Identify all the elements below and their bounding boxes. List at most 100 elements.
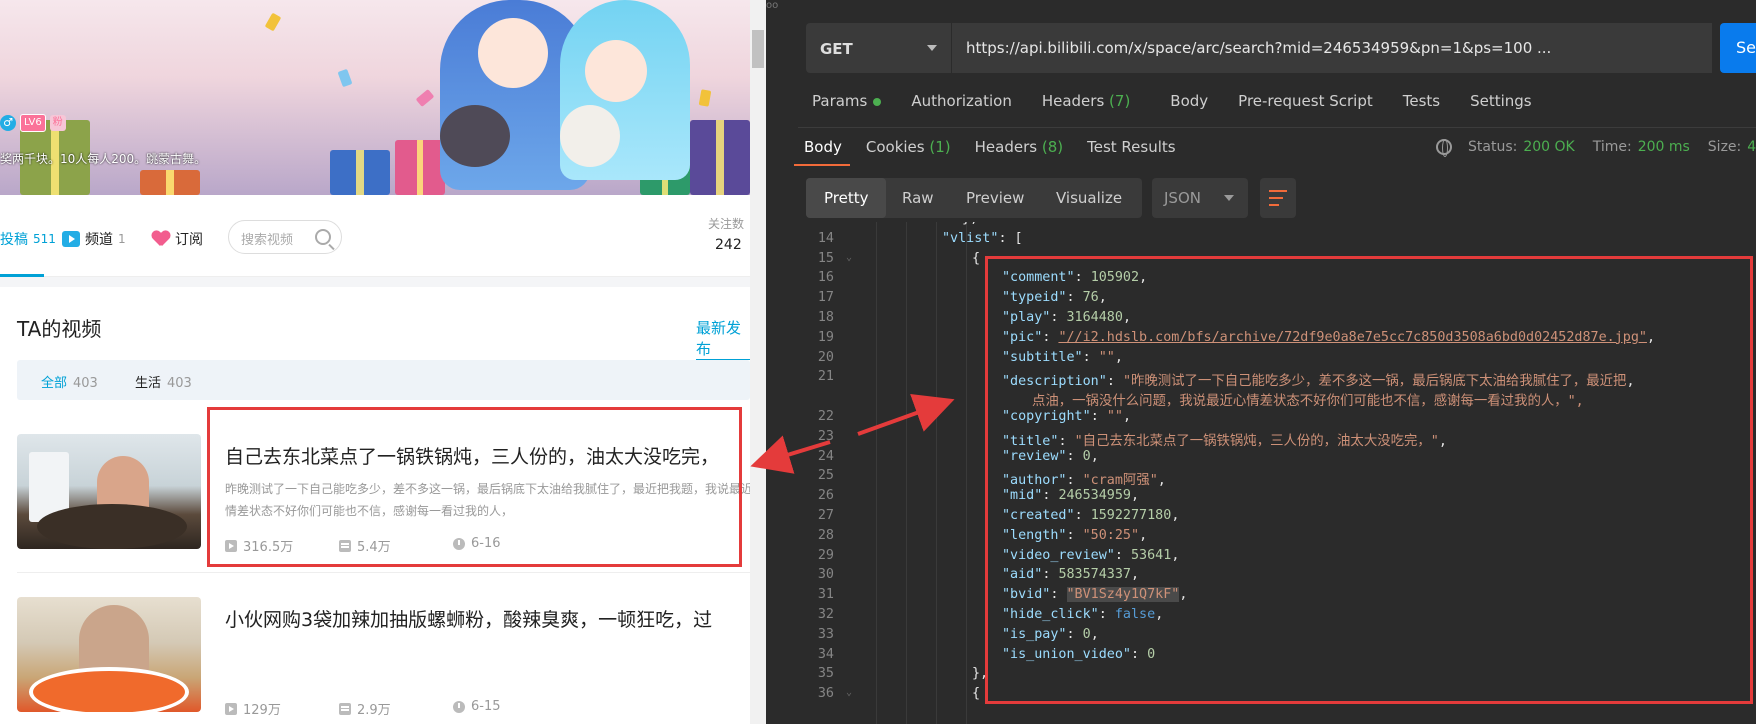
video-thumbnail[interactable] xyxy=(17,434,201,549)
code-text: "title": "自己去东北菜点了一锅铁锅炖，三人份的，油太大没吃完，", xyxy=(1002,433,1447,449)
code-text: "description": "昨晚测试了一下自己能吃多少，差不多这一锅，最后锅… xyxy=(1002,374,1635,390)
banner-bunny-plush xyxy=(560,105,620,167)
tab-authorization[interactable]: Authorization xyxy=(911,92,1011,116)
tab-params[interactable]: Params xyxy=(812,92,882,116)
time-value[interactable]: 200 ms xyxy=(1638,139,1690,155)
code-text: { xyxy=(972,250,981,266)
response-tabs: Body Cookies (1) Headers (8) Test Result… xyxy=(804,138,1200,168)
scrollbar-thumb[interactable] xyxy=(752,30,764,68)
send-button[interactable]: Se xyxy=(1720,23,1756,73)
code-line: 17 "typeid": 76, xyxy=(794,290,1756,310)
category-filter-bar: 全部 403 生活 403 xyxy=(17,360,750,400)
tab-label: 订阅 xyxy=(175,232,203,248)
response-json-editor[interactable]: 13},14"vlist": [15⌄{16"comment": 105902,… xyxy=(794,222,1756,724)
tab-test-results[interactable]: Test Results xyxy=(1087,138,1175,168)
tab-count: (8) xyxy=(1041,138,1064,156)
tab-label: Cookies xyxy=(865,138,925,156)
video-thumbnail[interactable] xyxy=(17,597,201,712)
video-title[interactable]: 小伙网购3袋加辣加抽版螺蛳粉，酸辣臭爽，一顿狂吃，过 xyxy=(225,605,750,632)
channel-icon xyxy=(62,231,80,247)
line-number: 26 xyxy=(817,488,834,504)
tab-submissions[interactable]: 投稿 511 xyxy=(0,228,56,250)
fold-chevron-icon[interactable]: ⌄ xyxy=(846,687,852,698)
code-text: "copyright": "", xyxy=(1002,409,1131,424)
video-title[interactable]: 自己去东北菜点了一锅铁锅炖，三人份的，油太大没吃完， xyxy=(225,442,750,469)
tab-settings[interactable]: Settings xyxy=(1470,92,1532,116)
code-line: 35}, xyxy=(794,666,1756,686)
play-count: 129万 xyxy=(243,703,281,718)
code-text: }, xyxy=(972,666,989,682)
code-line: 16 "comment": 105902, xyxy=(794,270,1756,290)
code-text: { xyxy=(972,686,981,702)
code-text: "review": 0, xyxy=(1002,448,1099,464)
line-number: 36 xyxy=(817,686,834,702)
code-line: 15 ⌄ { xyxy=(794,251,1756,271)
method-select[interactable]: GET xyxy=(806,23,951,73)
code-line: 29 "video_review": 53641, xyxy=(794,548,1756,568)
space-nav-tabs: 投稿 511 频道 1 订阅 搜索视频 关注数 242 xyxy=(0,195,750,277)
format-pretty[interactable]: Pretty xyxy=(806,178,886,218)
banner-bear-plush xyxy=(440,105,510,167)
size-value[interactable]: 47. xyxy=(1747,139,1756,155)
format-visualize[interactable]: Visualize xyxy=(1056,189,1122,207)
chevron-down-icon xyxy=(1224,195,1234,201)
tab-tests[interactable]: Tests xyxy=(1403,92,1440,116)
follow-count[interactable]: 242 xyxy=(715,237,742,253)
video-search-input[interactable]: 搜索视频 xyxy=(228,220,342,254)
fold-chevron-icon[interactable]: ⌄ xyxy=(846,252,852,263)
search-icon[interactable] xyxy=(315,229,331,245)
request-bar: GET https://api.bilibili.com/x/space/arc… xyxy=(806,23,1756,73)
format-raw[interactable]: Raw xyxy=(902,189,934,207)
code-text: "pic": "//i2.hdslb.com/bfs/archive/72df9… xyxy=(1002,329,1656,345)
format-tabs: Pretty Raw Preview Visualize xyxy=(806,178,1142,218)
tab-channels[interactable]: 频道 1 xyxy=(62,228,126,250)
sort-latest-link[interactable]: 最新发布 xyxy=(696,317,750,360)
filter-label: 生活 xyxy=(135,376,162,391)
status-dot-icon xyxy=(873,97,882,106)
tab-response-headers[interactable]: Headers (8) xyxy=(975,138,1063,168)
status-value[interactable]: 200 OK xyxy=(1523,139,1574,155)
code-line: 21 "description": "昨晚测试了一下自己能吃多少，差不多这一锅，最… xyxy=(794,369,1756,389)
video-play-count: 129万 xyxy=(225,699,281,718)
wrap-lines-button[interactable] xyxy=(1260,178,1296,218)
language-label: JSON xyxy=(1164,189,1201,207)
url-input[interactable]: https://api.bilibili.com/x/space/arc/sea… xyxy=(952,23,1712,73)
tab-headers[interactable]: Headers (7) xyxy=(1042,92,1130,116)
code-line: 19 "pic": "//i2.hdslb.com/bfs/archive/72d… xyxy=(794,330,1756,350)
line-number: 28 xyxy=(817,527,834,543)
tab-body[interactable]: Body xyxy=(1170,92,1208,116)
video-card[interactable]: 小伙网购3袋加辣加抽版螺蛳粉，酸辣臭爽，一顿狂吃，过 129万 2.9万 6-1… xyxy=(17,597,750,718)
code-text: "is_union_video": 0 xyxy=(1002,646,1156,662)
line-number: 25 xyxy=(817,468,834,484)
tab-pre-request-script[interactable]: Pre-request Script xyxy=(1238,92,1373,116)
video-date: 6-16 xyxy=(453,536,501,551)
code-line: 点油，一锅没什么问题，我说最近心情差状态不好你们可能也不信，感谢每一看过我的人，… xyxy=(794,389,1756,409)
clock-icon xyxy=(453,537,465,550)
tab-count: (7) xyxy=(1109,92,1131,110)
format-preview[interactable]: Preview xyxy=(966,189,1024,207)
line-number: 14 xyxy=(817,230,834,246)
globe-icon[interactable] xyxy=(1436,139,1452,157)
tab-label: Body xyxy=(804,138,842,156)
language-select[interactable]: JSON xyxy=(1152,178,1248,218)
code-line: 27 "created": 1592277180, xyxy=(794,508,1756,528)
code-line: 34 "is_union_video": 0 xyxy=(794,647,1756,667)
code-text: "length": "50:25", xyxy=(1002,527,1148,543)
line-number: 33 xyxy=(817,626,834,642)
video-card[interactable]: 自己去东北菜点了一锅铁锅炖，三人份的，油太大没吃完， 昨晚测试了一下自己能吃多少… xyxy=(17,434,750,555)
tab-subscriptions[interactable]: 订阅 xyxy=(152,228,203,250)
tab-label: Pre-request Script xyxy=(1238,92,1373,110)
filter-life[interactable]: 生活 403 xyxy=(135,372,192,391)
code-line: 33 "is_pay": 0, xyxy=(794,627,1756,647)
filter-label: 全部 xyxy=(41,376,68,391)
profile-banner: ♂ LV6 粉 奖两千块。10人每人200。跳蒙古舞。 xyxy=(0,0,750,195)
fan-badge: 粉 xyxy=(49,115,66,131)
chevron-down-icon xyxy=(927,45,937,51)
line-number: 32 xyxy=(817,607,834,622)
page-scrollbar[interactable] xyxy=(750,0,766,724)
filter-all[interactable]: 全部 403 xyxy=(41,372,98,391)
line-number: 15 xyxy=(817,250,834,266)
code-text: "aid": 583574337, xyxy=(1002,567,1140,583)
tab-cookies[interactable]: Cookies (1) xyxy=(866,138,951,168)
code-line: 30 "aid": 583574337, xyxy=(794,567,1756,587)
